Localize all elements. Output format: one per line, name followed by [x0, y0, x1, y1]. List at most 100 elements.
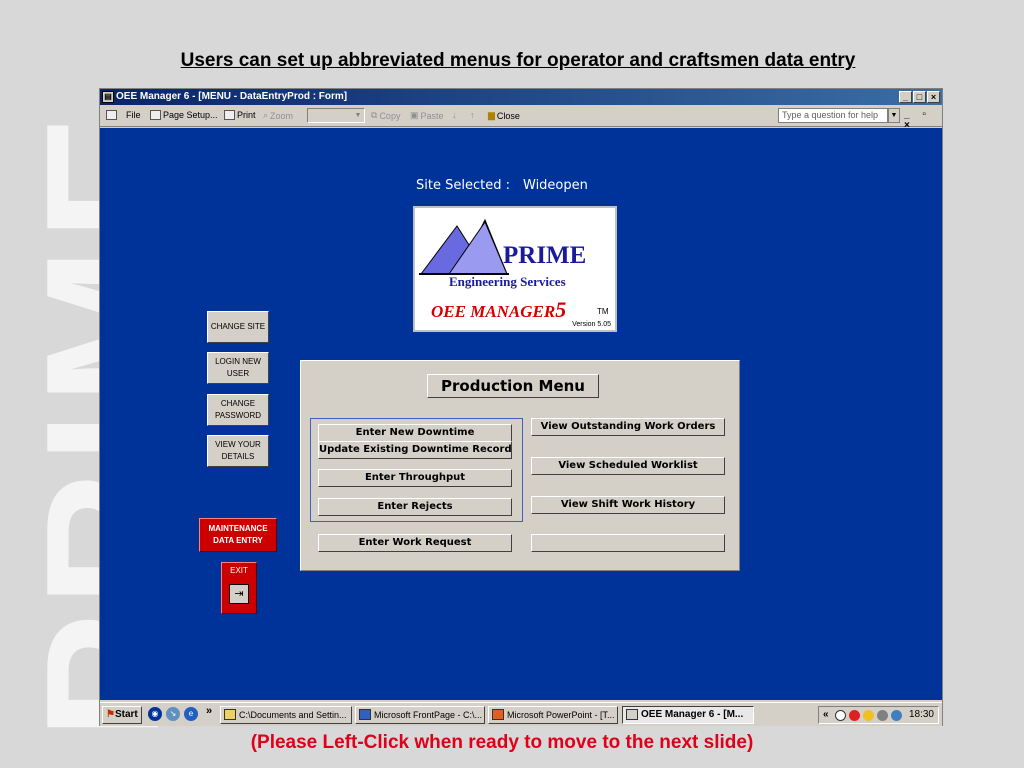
copy-button[interactable]: ⧉ Copy — [371, 110, 400, 121]
sort-descending-icon: ↑ — [470, 110, 475, 120]
paste-label: Paste — [420, 110, 444, 121]
tray-chevron[interactable]: « — [823, 707, 829, 723]
taskbar-oee-label: OEE Manager 6 - [M... — [641, 709, 744, 720]
tray-alert-icon[interactable] — [863, 710, 874, 721]
start-button[interactable]: ⚑Start — [102, 706, 142, 724]
window-controls: _ □ × — [899, 91, 940, 103]
taskbar-explorer[interactable]: C:\Documents and Settin... — [220, 706, 352, 724]
taskbar-powerpoint-label: Microsoft PowerPoint - [T... — [507, 710, 615, 720]
enter-throughput-button[interactable]: Enter Throughput — [318, 469, 512, 487]
logo-oee-text: OEE MANAGER5 — [431, 297, 566, 323]
start-label: Start — [114, 709, 138, 720]
zoom-label: Zoom — [270, 110, 294, 121]
update-downtime-record-button[interactable]: Update Existing Downtime Record — [318, 441, 512, 459]
view-outstanding-work-orders-button[interactable]: View Outstanding Work Orders — [531, 418, 725, 436]
change-site-button[interactable]: CHANGE SITE — [207, 311, 269, 343]
view-scheduled-worklist-button[interactable]: View Scheduled Worklist — [531, 457, 725, 475]
sort-descending-button[interactable]: ↑ — [470, 110, 475, 120]
help-search-input[interactable]: Type a question for help — [778, 108, 888, 123]
logo-prime-text: PRIME — [503, 242, 587, 269]
print-button[interactable]: Print — [224, 110, 256, 120]
logo-engineering-text: Engineering Services — [449, 274, 566, 289]
blank-menu-button[interactable] — [531, 534, 725, 552]
paste-icon: ▣ — [410, 110, 419, 120]
paste-button[interactable]: ▣ Paste — [410, 110, 444, 121]
chevron-down-icon: ▼ — [352, 109, 364, 122]
login-new-user-button[interactable]: LOGIN NEW USER — [207, 352, 269, 384]
taskbar-explorer-label: C:\Documents and Settin... — [239, 710, 347, 720]
print-label: Print — [237, 110, 256, 120]
production-menu-title: Production Menu — [427, 374, 599, 398]
quick-launch-app-icon[interactable]: ◉ — [148, 707, 162, 721]
exit-door-icon: ⇥ — [229, 584, 249, 604]
taskbar-frontpage-label: Microsoft FrontPage - C:\... — [374, 710, 483, 720]
logo-oee-name: OEE MANAGER — [431, 302, 556, 321]
taskbar: ⚑Start ◉ ↘ e » C:\Documents and Settin..… — [100, 702, 942, 726]
window-titlebar[interactable]: ▤ OEE Manager 6 - [MENU - DataEntryProd … — [100, 89, 942, 105]
help-dropdown-icon[interactable]: ▼ — [888, 108, 900, 123]
copy-icon: ⧉ — [371, 110, 378, 120]
page-setup-label: Page Setup... — [163, 110, 218, 120]
tray-network-icon[interactable] — [891, 710, 902, 721]
page-setup-button[interactable]: Page Setup... — [150, 110, 218, 120]
file-label: File — [126, 110, 141, 120]
close-folder-icon: ▆ — [488, 110, 495, 120]
enter-new-downtime-button[interactable]: Enter New Downtime — [318, 424, 512, 442]
app-window: ▤ OEE Manager 6 - [MENU - DataEntryProd … — [99, 88, 943, 726]
mountain-logo-icon — [419, 218, 509, 275]
oee-app-icon — [626, 709, 638, 720]
magnifier-icon: ⌕ — [263, 110, 269, 120]
folder-icon — [224, 709, 236, 720]
slide-title: Users can set up abbreviated menus for o… — [180, 50, 856, 71]
form-view-button[interactable] — [106, 110, 117, 120]
form-area: Site Selected : Wideopen PRIME Engineeri… — [100, 128, 942, 700]
production-menu-panel: Production Menu Enter New Downtime Updat… — [300, 360, 740, 571]
logo-version: Version 5.05 — [572, 321, 611, 328]
taskbar-oee-manager[interactable]: OEE Manager 6 - [M... — [622, 706, 754, 724]
exit-label: EXIT — [230, 566, 248, 575]
slide-footer: (Please Left-Click when ready to move to… — [250, 732, 754, 753]
copy-label: Copy — [379, 110, 401, 121]
minimize-button[interactable]: _ — [899, 91, 912, 103]
enter-work-request-button[interactable]: Enter Work Request — [318, 534, 512, 552]
quick-launch-desktop-icon[interactable]: ↘ — [166, 707, 180, 721]
window-title: OEE Manager 6 - [MENU - DataEntryProd : … — [116, 91, 348, 102]
zoom-button[interactable]: ⌕ Zoom — [263, 110, 293, 121]
enter-rejects-button[interactable]: Enter Rejects — [318, 498, 512, 516]
file-menu[interactable]: File — [126, 110, 141, 120]
site-selected-label: Site Selected : — [416, 178, 510, 193]
windows-flag-icon: ⚑ — [106, 709, 115, 720]
logo-tm: TM — [597, 307, 609, 316]
zoom-dropdown[interactable]: ▼ — [307, 108, 365, 123]
printer-icon — [224, 110, 235, 120]
taskbar-powerpoint[interactable]: Microsoft PowerPoint - [T... — [488, 706, 618, 724]
taskbar-frontpage[interactable]: Microsoft FrontPage - C:\... — [355, 706, 485, 724]
close-form-button[interactable]: ▆ Close — [488, 110, 520, 121]
maintenance-data-entry-button[interactable]: MAINTENANCE DATA ENTRY — [199, 518, 277, 552]
app-icon: ▤ — [102, 91, 114, 103]
quick-launch-browser-icon[interactable]: e — [184, 707, 198, 721]
tray-clock-icon[interactable] — [877, 710, 888, 721]
logo-oee-number: 5 — [555, 297, 567, 322]
view-your-details-button[interactable]: VIEW YOUR DETAILS — [207, 435, 269, 467]
exit-button[interactable]: EXIT ⇥ — [221, 562, 257, 614]
view-shift-work-history-button[interactable]: View Shift Work History — [531, 496, 725, 514]
quick-launch-chevron[interactable]: » — [206, 705, 212, 717]
system-tray: « 18:30 — [818, 706, 939, 724]
tray-panda-icon[interactable] — [835, 710, 846, 721]
prime-logo: PRIME Engineering Services OEE MANAGER5 … — [413, 206, 617, 332]
powerpoint-icon — [492, 709, 504, 720]
close-button[interactable]: × — [927, 91, 940, 103]
site-selected-value: Wideopen — [523, 178, 588, 193]
tray-clock: 18:30 — [908, 709, 934, 720]
page-setup-icon — [150, 110, 161, 120]
tray-security-icon[interactable] — [849, 710, 860, 721]
sort-ascending-button[interactable]: ↓ — [452, 110, 457, 120]
sort-ascending-icon: ↓ — [452, 110, 457, 120]
form-view-icon — [106, 110, 117, 120]
change-password-button[interactable]: CHANGE PASSWORD — [207, 394, 269, 426]
frontpage-icon — [359, 709, 371, 720]
close-label: Close — [496, 110, 520, 121]
maximize-button[interactable]: □ — [913, 91, 926, 103]
toolbar: File Page Setup... Print ⌕ Zoom ▼ ⧉ Copy ▣… — [100, 105, 942, 131]
